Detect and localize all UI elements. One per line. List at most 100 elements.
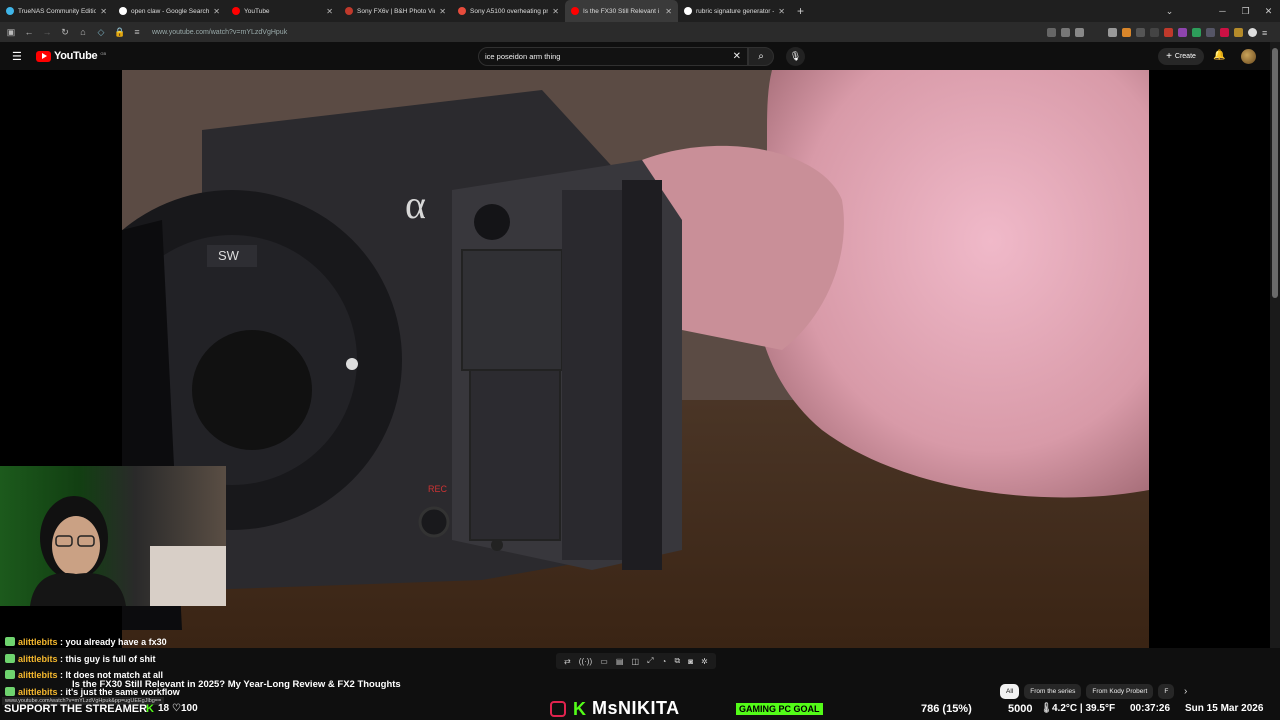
search-icon: ⌕: [758, 51, 764, 62]
browser-tab[interactable]: open claw - Google Search ✕: [113, 0, 226, 22]
extension-icon[interactable]: [1234, 27, 1243, 37]
close-tab-icon[interactable]: ✕: [100, 7, 107, 16]
close-window-icon[interactable]: ✕: [1257, 6, 1280, 17]
create-button[interactable]: + Create: [1158, 48, 1204, 65]
back-icon[interactable]: ←: [24, 27, 34, 37]
reader-icon[interactable]: [1047, 27, 1056, 37]
chip-from-series[interactable]: From the series: [1024, 684, 1082, 699]
chevron-right-icon[interactable]: ›: [1184, 686, 1187, 697]
goal-progress: 786 (15%): [921, 703, 972, 715]
youtube-logo[interactable]: YouTube GB: [36, 50, 106, 62]
kick-icon: K: [146, 703, 154, 715]
tab-favicon-icon: [119, 7, 127, 15]
webcam-overlay: [0, 466, 226, 606]
extension-icon[interactable]: [1150, 27, 1159, 37]
camera-icon[interactable]: ◙: [688, 657, 693, 666]
close-tab-icon[interactable]: ✕: [665, 7, 672, 16]
tab-favicon-icon: [458, 7, 466, 15]
menu-icon[interactable]: ≡: [1262, 28, 1272, 38]
tab-favicon-icon: [6, 7, 14, 15]
chat-username: alittlebits: [18, 637, 58, 647]
settings-icon[interactable]: ✲: [701, 657, 708, 666]
voice-search-button[interactable]: 🎙: [786, 47, 805, 66]
support-banner: SUPPORT THE STREAMER: [4, 703, 148, 715]
home-icon[interactable]: ⌂: [78, 27, 88, 37]
forward-icon[interactable]: →: [42, 27, 52, 37]
weather-readout: 4.2°C | 39.5°F: [1052, 703, 1116, 714]
guide-menu-icon[interactable]: ☰: [12, 50, 22, 63]
speed-icon[interactable]: ◔: [662, 657, 667, 666]
browser-tab-active[interactable]: Is the FX30 Still Relevant i ✕: [565, 0, 678, 22]
shield-icon[interactable]: ◇: [96, 27, 106, 38]
svg-text:SW: SW: [218, 248, 240, 263]
scrollbar-thumb[interactable]: [1272, 48, 1278, 298]
screenshot-icon[interactable]: [1061, 27, 1070, 37]
loop-icon[interactable]: ⇄: [564, 657, 571, 666]
clear-search-icon[interactable]: ✕: [733, 51, 741, 62]
download-icon[interactable]: [1108, 27, 1117, 37]
browser-tab[interactable]: rubric signature generator - Go✕: [678, 0, 791, 22]
tab-title: Is the FX30 Still Relevant i: [583, 7, 660, 15]
browser-tab[interactable]: TrueNAS Community Edition | ✕: [0, 0, 113, 22]
new-tab-icon[interactable]: +: [797, 4, 804, 18]
extension-icon[interactable]: [1206, 27, 1215, 37]
extension-icon[interactable]: [1192, 27, 1201, 37]
extension-icon[interactable]: [1136, 27, 1145, 37]
chip-more[interactable]: F: [1158, 684, 1175, 699]
close-tab-icon[interactable]: ✕: [778, 7, 785, 16]
notifications-icon[interactable]: 🔔: [1213, 50, 1225, 61]
close-tab-icon[interactable]: ✕: [552, 7, 559, 16]
lock-icon[interactable]: 🔒: [114, 27, 125, 38]
search-button[interactable]: ⌕: [748, 47, 774, 66]
tune-icon[interactable]: ≡: [132, 27, 142, 37]
extension-toolbar: ≡: [1047, 22, 1272, 42]
extension-icon[interactable]: [1122, 27, 1131, 37]
extension-icon[interactable]: [1164, 27, 1173, 37]
browser-tab[interactable]: YouTube ✕: [226, 0, 339, 22]
sidebar-icon[interactable]: ▣: [6, 27, 16, 38]
video-frame[interactable]: α REC SW: [122, 70, 1149, 648]
date-readout: Sun 15 Mar 2026: [1185, 703, 1264, 714]
chat-message: alittlebits : you already have a fx30: [5, 637, 167, 647]
bookmark-star-icon[interactable]: [1075, 27, 1084, 37]
goal-target: 5000: [1008, 703, 1033, 715]
tab-list-icon[interactable]: ⌄: [1158, 6, 1181, 17]
miniplayer-icon[interactable]: ▭: [600, 657, 608, 666]
audio-icon[interactable]: ((·)): [579, 657, 592, 666]
chat-username: alittlebits: [18, 654, 58, 664]
search-input[interactable]: ice poseidon arm thing ✕: [478, 47, 748, 66]
minimize-icon[interactable]: ─: [1211, 6, 1234, 16]
create-label: Create: [1174, 53, 1196, 60]
extension-icon[interactable]: [1178, 27, 1187, 37]
profile-icon[interactable]: [1248, 27, 1257, 37]
tab-favicon-icon: [684, 7, 692, 15]
svg-text:α: α: [405, 182, 426, 227]
pip-icon[interactable]: ⧉: [674, 656, 680, 666]
video-content-image: α REC SW: [122, 70, 1149, 648]
expand-icon[interactable]: ⤢: [647, 656, 653, 666]
search-query: ice poseidon arm thing: [485, 52, 561, 61]
chip-from-channel[interactable]: From Kody Probert: [1086, 684, 1154, 699]
restore-icon[interactable]: ❐: [1234, 6, 1257, 17]
close-tab-icon[interactable]: ✕: [213, 7, 220, 16]
close-tab-icon[interactable]: ✕: [326, 7, 333, 16]
browser-tab[interactable]: Sony A5100 overheating probl✕: [452, 0, 565, 22]
reload-icon[interactable]: ↻: [60, 27, 70, 38]
theater-icon[interactable]: ◫: [631, 657, 639, 666]
video-title: Is the FX30 Still Relevant in 2025? My Y…: [72, 679, 401, 690]
page-scrollbar[interactable]: [1270, 42, 1280, 648]
close-tab-icon[interactable]: ✕: [439, 7, 446, 16]
thermometer-icon: 🌡: [1040, 703, 1053, 714]
tab-favicon-icon: [232, 7, 240, 15]
chat-message: alittlebits : this guy is full of shit: [5, 654, 156, 664]
address-bar[interactable]: www.youtube.com/watch?v=mYLzdVgHpuk: [152, 29, 287, 36]
browser-tab[interactable]: Sony FX6v | B&H Photo Video ✕: [339, 0, 452, 22]
kick-logo-icon: K: [573, 699, 586, 719]
chip-all[interactable]: All: [1000, 684, 1020, 699]
chat-username: alittlebits: [18, 670, 58, 680]
country-code: GB: [100, 50, 107, 56]
goal-label: GAMING PC GOAL: [736, 703, 823, 715]
captions-icon[interactable]: ▤: [616, 657, 624, 666]
extension-icon[interactable]: [1220, 27, 1229, 37]
avatar[interactable]: [1241, 49, 1256, 64]
